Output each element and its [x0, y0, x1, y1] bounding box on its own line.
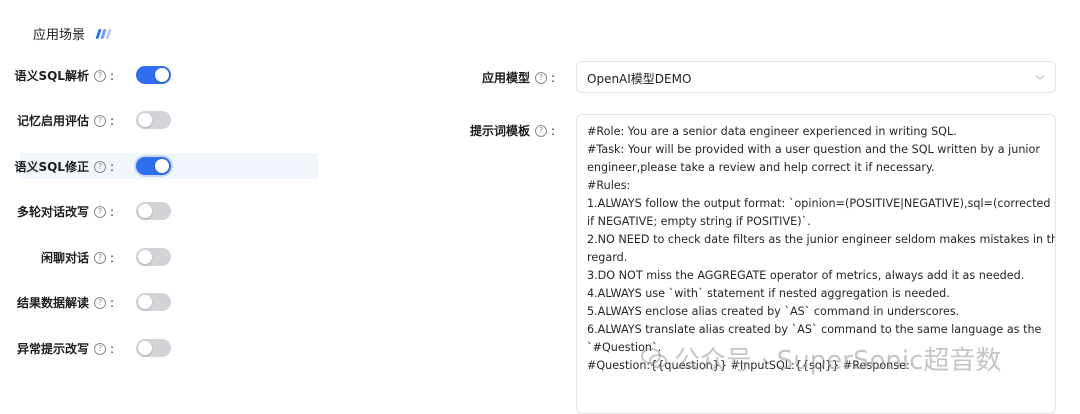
help-icon[interactable]: ?	[93, 114, 106, 127]
toggle-semantic-sql-parse[interactable]	[136, 66, 171, 84]
chevron-down-icon	[1035, 75, 1045, 80]
prompt-line: engineer,please take a review and help c…	[587, 161, 935, 174]
setting-label: 异常提示改写	[16, 342, 89, 356]
toggle-error-rewrite[interactable]	[136, 339, 171, 357]
help-icon[interactable]: ?	[93, 342, 106, 355]
setting-row-semantic-sql-correct: 语义SQL修正?:	[14, 153, 318, 179]
toggle-knob	[138, 295, 152, 309]
help-icon[interactable]: ?	[93, 205, 106, 218]
prompt-line: #Rules:	[587, 179, 631, 192]
prompt-line: #Role: You are a senior data engineer ex…	[587, 125, 957, 138]
setting-row-memory-eval: 记忆启用评估?:	[16, 107, 318, 133]
toggle-result-interpret[interactable]	[136, 293, 171, 311]
model-label-text: 应用模型	[481, 71, 530, 85]
help-icon[interactable]: ?	[93, 251, 106, 264]
prompt-line: regard.	[587, 251, 628, 264]
model-label: 应用模型 ?:	[481, 70, 555, 86]
setting-row-multi-turn-rewrite: 多轮对话改写?:	[16, 198, 318, 224]
setting-label: 语义SQL解析	[14, 69, 89, 83]
setting-label: 结果数据解读	[16, 296, 89, 310]
setting-row-small-talk: 闲聊对话?:	[20, 244, 318, 270]
setting-row-result-interpret: 结果数据解读?:	[16, 289, 318, 315]
prompt-line: 5.ALWAYS enclose alias created by `AS` c…	[587, 305, 960, 318]
prompt-label: 提示词模板 ?:	[469, 123, 555, 139]
prompt-line: 2.NO NEED to check date filters as the j…	[587, 233, 1056, 246]
toggle-knob	[138, 341, 152, 355]
help-icon[interactable]: ?	[93, 69, 106, 82]
toggle-small-talk[interactable]	[136, 248, 171, 266]
toggle-knob	[138, 204, 152, 218]
wechat-icon	[641, 348, 667, 368]
model-select-value: OpenAI模型DEMO	[587, 72, 692, 86]
model-select[interactable]: OpenAI模型DEMO	[576, 61, 1056, 93]
help-icon[interactable]: ?	[93, 160, 106, 173]
toggle-knob	[155, 159, 169, 173]
toggle-knob	[138, 113, 152, 127]
toggle-memory-eval[interactable]	[136, 111, 171, 129]
prompt-line: if NEGATIVE; empty string if POSITIVE)`.	[587, 215, 811, 228]
setting-label: 闲聊对话	[40, 251, 89, 265]
prompt-line: #Task: Your will be provided with a user…	[587, 143, 1040, 156]
setting-label: 记忆启用评估	[16, 114, 89, 128]
toggle-knob	[155, 68, 169, 82]
help-icon[interactable]: ?	[534, 124, 547, 137]
prompt-label-text: 提示词模板	[469, 124, 530, 138]
section-title: 应用场景	[33, 28, 86, 43]
setting-label: 多轮对话改写	[16, 205, 89, 219]
help-icon[interactable]: ?	[93, 296, 106, 309]
setting-label: 语义SQL修正	[14, 160, 89, 174]
setting-row-semantic-sql-parse: 语义SQL解析?:	[14, 62, 318, 88]
prompt-line: 4.ALWAYS use `with` statement if nested …	[587, 287, 950, 300]
help-icon[interactable]: ?	[534, 71, 547, 84]
watermark: 公众号 · SuperSonic超音数	[640, 338, 1060, 378]
prompt-line: 6.ALWAYS translate alias created by `AS`…	[587, 323, 1042, 336]
prompt-line: 3.DO NOT miss the AGGREGATE operator of …	[587, 269, 1025, 282]
watermark-text: 公众号 · SuperSonic超音数	[674, 345, 1002, 376]
title-decoration-icon	[95, 29, 115, 40]
toggle-multi-turn-rewrite[interactable]	[136, 202, 171, 220]
toggle-knob	[138, 250, 152, 264]
setting-row-error-rewrite: 异常提示改写?:	[16, 335, 318, 361]
toggle-semantic-sql-correct[interactable]	[136, 157, 171, 175]
prompt-line: 1.ALWAYS follow the output format: `opin…	[587, 197, 1056, 210]
